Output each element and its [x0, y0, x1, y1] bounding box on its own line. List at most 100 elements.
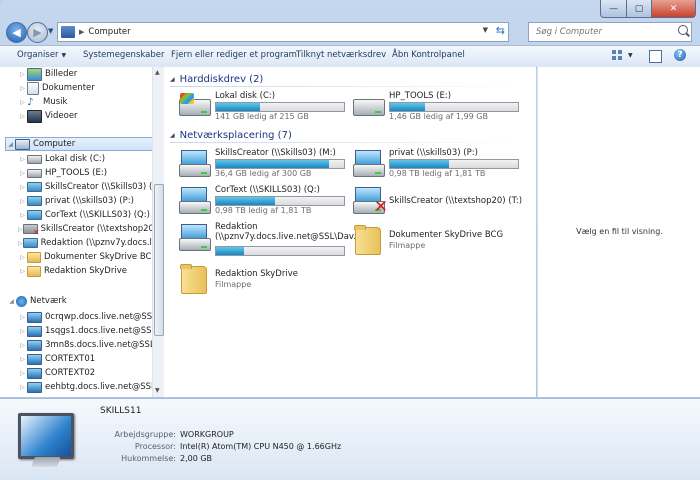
nav-scrollbar[interactable]: ▲ ▼	[152, 67, 164, 397]
nav-item-drive-p[interactable]: ▷ privat (\\skills03) (P:)	[18, 194, 163, 208]
expand-icon[interactable]: ▷	[18, 156, 27, 163]
search-icon[interactable]	[678, 25, 688, 35]
network-drive-icon	[178, 187, 212, 215]
network-drive-icon	[178, 150, 212, 178]
nav-item-musik[interactable]: ▷ ♪ Musik	[18, 95, 163, 109]
expand-icon[interactable]: ▷	[18, 356, 27, 363]
scrollbar-thumb[interactable]	[154, 184, 164, 336]
search-box[interactable]	[528, 22, 692, 42]
scroll-up-icon[interactable]: ▲	[155, 69, 160, 76]
expand-icon[interactable]: ▷	[18, 85, 27, 92]
expand-icon[interactable]: ▷	[18, 314, 27, 321]
disconnected-drive-icon	[22, 224, 40, 237]
scroll-down-icon[interactable]: ▼	[155, 387, 160, 394]
system-properties-button[interactable]: Systemegenskaber	[83, 50, 164, 60]
nav-item-network-host[interactable]: ▷ CORTEXT01	[18, 352, 163, 366]
detail-processor: Processor: Intel(R) Atom(TM) CPU N450 @ 1…	[134, 442, 342, 451]
nav-item-drive-e[interactable]: ▷ HP_TOOLS (E:)	[18, 166, 163, 180]
change-view-icon[interactable]	[612, 50, 624, 61]
expand-icon[interactable]: ▷	[18, 170, 27, 177]
folder-tile-redaktion-skydrive[interactable]: Redaktion SkyDrive Filmappe	[178, 261, 350, 295]
expand-icon[interactable]: ▷	[18, 268, 27, 275]
expand-icon[interactable]: ▷	[18, 113, 27, 120]
capacity-bar	[215, 102, 345, 112]
network-drive-icon	[22, 238, 38, 248]
drive-icon	[27, 168, 42, 178]
help-icon[interactable]: ?	[674, 49, 686, 61]
network-drive-tile-redaktion[interactable]: Redaktion (\\pznv7y.docs.live.net@SSL\Da…	[178, 222, 361, 256]
network-computer-icon	[27, 367, 42, 379]
expand-icon[interactable]: ▷	[18, 184, 27, 191]
search-input[interactable]	[534, 26, 678, 38]
nav-item-dokumenter[interactable]: ▷ Dokumenter	[18, 81, 163, 95]
nav-item-drive-m[interactable]: ▷ SkillsCreator (\\Skills03) (M:)	[18, 180, 163, 194]
group-divider	[170, 142, 525, 143]
uninstall-program-button[interactable]: Fjern eller rediger et program	[171, 50, 297, 60]
expand-icon[interactable]: ▷	[18, 254, 27, 261]
expand-icon[interactable]: ▷	[18, 99, 27, 106]
documents-icon	[27, 81, 39, 95]
address-text[interactable]: Computer	[88, 27, 130, 37]
drive-tile-e[interactable]: HP_TOOLS (E:) 1,46 GB ledig af 1,99 GB	[352, 91, 524, 125]
address-bar[interactable]: ▶ Computer ▼ ⇆	[57, 22, 509, 42]
nav-item-computer[interactable]: ◢ Computer	[5, 137, 153, 151]
expand-icon[interactable]: ▷	[18, 240, 23, 247]
nav-item-network-host[interactable]: ▷ CORTEXT02	[18, 366, 163, 380]
collapse-icon[interactable]: ◢	[6, 141, 15, 148]
open-control-panel-button[interactable]: Åbn Kontrolpanel	[392, 50, 465, 60]
expand-icon[interactable]: ▷	[18, 198, 27, 205]
view-dropdown-icon[interactable]: ▼	[628, 52, 633, 59]
minimize-button[interactable]: —	[600, 0, 627, 18]
capacity-bar	[215, 159, 345, 169]
expand-icon[interactable]: ▷	[18, 71, 27, 78]
arrow-right-icon: ▶	[33, 26, 42, 39]
back-button[interactable]: ◀	[6, 22, 27, 43]
network-drive-tile-m[interactable]: SkillsCreator (\\Skills03) (M:) 36,4 GB …	[178, 148, 350, 182]
collapse-group-icon[interactable]: ◢	[170, 132, 175, 139]
network-drive-tile-p[interactable]: privat (\\skills03) (P:) 0,98 TB ledig a…	[352, 148, 524, 182]
expand-icon[interactable]: ▷	[18, 384, 27, 391]
nav-item-drive-t[interactable]: ▷SkillsCreator (\\textshop20) (T:)	[18, 222, 163, 237]
refresh-icon[interactable]: ⇆	[496, 24, 505, 37]
preview-pane-icon[interactable]	[649, 50, 662, 63]
history-dropdown-icon[interactable]: ▼	[48, 27, 53, 35]
nav-item-videoer[interactable]: ▷ Videoer	[18, 109, 163, 123]
collapse-icon[interactable]: ◢	[7, 298, 16, 305]
nav-item-drive-q[interactable]: ▷ CorText (\\SKILLS03) (Q:)	[18, 208, 163, 222]
folder-icon	[27, 251, 41, 263]
network-drive-tile-q[interactable]: CorText (\\SKILLS03) (Q:) 0,98 TB ledig …	[178, 185, 350, 219]
nav-item-dokumenter-skydrive[interactable]: ▷ Dokumenter SkyDrive BCG	[18, 250, 163, 264]
videos-icon	[27, 109, 42, 123]
nav-item-redaktion-drive[interactable]: ▷Redaktion (\\pznv7y.docs.live.ne	[18, 236, 163, 250]
network-drive-icon	[27, 196, 42, 206]
network-computer-icon	[27, 325, 42, 337]
nav-item-network[interactable]: ◢ Netværk	[7, 294, 159, 308]
capacity-bar	[215, 246, 345, 256]
folder-tile-dokumenter-skydrive[interactable]: Dokumenter SkyDrive BCG Filmappe	[352, 222, 524, 256]
collapse-group-icon[interactable]: ◢	[170, 76, 175, 83]
computer-name: SKILLS11	[100, 406, 142, 416]
expand-icon[interactable]: ▷	[18, 370, 27, 377]
expand-icon[interactable]: ▷	[18, 328, 27, 335]
nav-item-network-host[interactable]: ▷ 1sqgs1.docs.live.net@SSL	[18, 324, 163, 338]
organize-button[interactable]: Organiser ▼	[17, 50, 66, 60]
address-dropdown-icon[interactable]: ▼	[483, 26, 488, 34]
nav-item-billeder[interactable]: ▷ Billeder	[18, 67, 163, 81]
nav-item-network-host[interactable]: ▷ 0crqwp.docs.live.net@SSL	[18, 310, 163, 324]
expand-icon[interactable]: ▷	[18, 342, 27, 349]
breadcrumb-chevron-icon[interactable]: ▶	[79, 28, 84, 36]
forward-button[interactable]: ▶	[27, 22, 48, 43]
group-header-network[interactable]: ◢ Netværksplacering (7)	[170, 128, 525, 143]
group-header-hdd[interactable]: ◢ Harddiskdrev (2)	[170, 72, 525, 87]
network-drive-tile-t[interactable]: ✕ SkillsCreator (\\textshop20) (T:)	[352, 185, 532, 219]
drive-tile-c[interactable]: Lokal disk (C:) 141 GB ledig af 215 GB	[178, 91, 350, 125]
map-network-drive-button[interactable]: Tilknyt netværksdrev	[296, 50, 386, 60]
nav-item-network-host[interactable]: ▷ 3mn8s.docs.live.net@SSL	[18, 338, 163, 352]
nav-item-network-host[interactable]: ▷ eehbtg.docs.live.net@SSL	[18, 380, 163, 394]
nav-item-redaktion-skydrive[interactable]: ▷ Redaktion SkyDrive	[18, 264, 163, 278]
maximize-button[interactable]: ▢	[627, 0, 652, 18]
expand-icon[interactable]: ▷	[18, 226, 23, 233]
close-button[interactable]: ✕	[652, 0, 696, 18]
nav-item-drive-c[interactable]: ▷ Lokal disk (C:)	[18, 152, 163, 166]
expand-icon[interactable]: ▷	[18, 212, 27, 219]
